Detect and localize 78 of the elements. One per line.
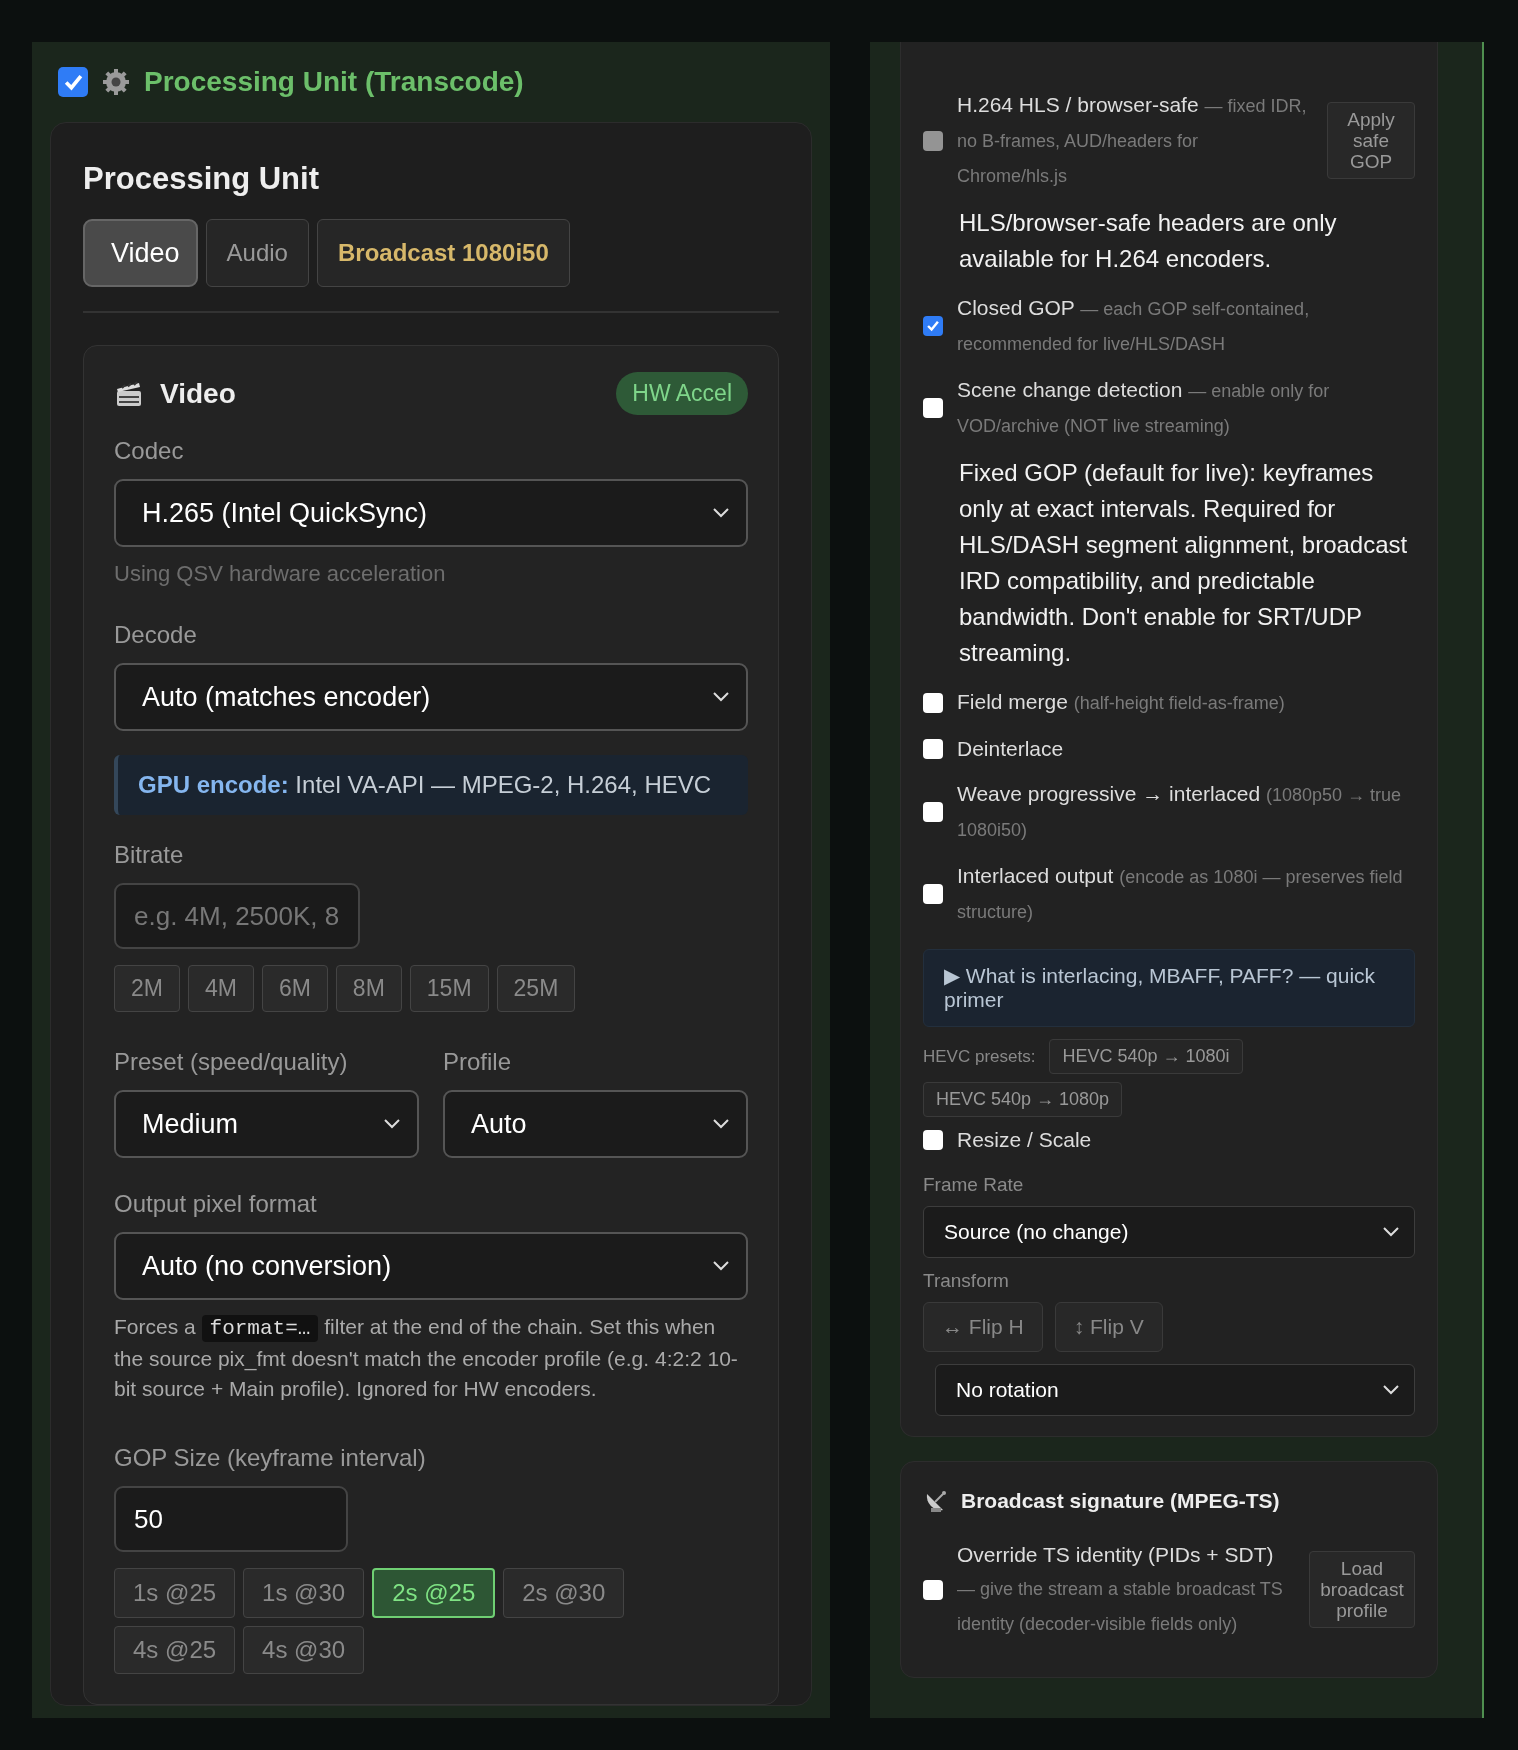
gear-icon xyxy=(102,68,130,96)
bitrate-input[interactable]: e.g. 4M, 2500K, 8 xyxy=(114,883,360,949)
rotation-select[interactable]: No rotation xyxy=(935,1364,1415,1416)
section-title: Broadcast signature (MPEG-TS) xyxy=(961,1489,1280,1513)
option-label: Override TS identity (PIDs + SDT) — give the stream a stable broadcast TS identity (decoder-visible fields only) xyxy=(957,1542,1284,1636)
checkbox[interactable] xyxy=(923,1129,943,1150)
help-text: Forces a format=… filter at the end of the chain. Set this when the source pix_fmt doesn't match the encoder profile (e.g. 4:2:2 10-bit source + Main profile). Ignored for HW encoders. xyxy=(114,1314,739,1402)
checkbox[interactable] xyxy=(923,802,943,822)
codec-select[interactable]: H.265 (Intel QuickSync) xyxy=(114,479,748,547)
hint-text: Using QSV hardware acceleration xyxy=(114,561,447,587)
panel-title: Processing Unit (Transcode) xyxy=(144,66,524,98)
checkbox[interactable] xyxy=(923,738,943,759)
preset-button[interactable]: HEVC 540p → 1080i xyxy=(1049,1039,1243,1074)
tab[interactable]: Video xyxy=(83,219,198,287)
card-heading: Processing Unit xyxy=(83,161,320,197)
bitrate-chip[interactable]: 4M xyxy=(187,965,254,1012)
field-label: Codec xyxy=(114,437,185,465)
checkbox[interactable] xyxy=(923,884,943,904)
field-label: Decode xyxy=(114,621,198,649)
gop-chip[interactable]: 4s @25 xyxy=(114,1626,236,1674)
bitrate-chip[interactable]: 25M xyxy=(496,965,576,1012)
load-profile-button[interactable]: Load broadcast profile xyxy=(1309,1551,1415,1628)
preset-button[interactable]: HEVC 540p → 1080p xyxy=(923,1082,1123,1117)
checkmark-icon xyxy=(926,319,940,333)
field-label: Preset (speed/quality) xyxy=(114,1048,349,1076)
gop-chip[interactable]: 1s @30 xyxy=(243,1568,365,1618)
option-label: Scene change detection — enable only for VOD/archive (NOT live streaming) xyxy=(957,377,1331,438)
frame-rate-select[interactable]: Source (no change) xyxy=(923,1206,1415,1258)
clapperboard-icon xyxy=(114,378,144,409)
gop-chip[interactable]: 1s @25 xyxy=(114,1568,236,1618)
chevron-down-icon xyxy=(712,1118,730,1130)
info-note: Fixed GOP (default for live): keyframes only at exact intervals. Required for HLS/DASH segment alignment, broadcast IRD compatibility, and predictable bandwidth. Don't enable for SRT/UDP streaming. xyxy=(958,458,1409,668)
option-label: Deinterlace xyxy=(957,736,1065,762)
option-label: Resize / Scale xyxy=(957,1127,1093,1153)
preset-select[interactable]: Medium xyxy=(114,1090,419,1158)
hw-accel-badge: HW Accel xyxy=(616,372,748,415)
tab[interactable]: Audio xyxy=(205,219,309,287)
decode-select[interactable]: Auto (matches encoder) xyxy=(114,663,748,731)
bitrate-chip[interactable]: 8M xyxy=(335,965,402,1012)
info-note: HLS/browser-safe headers are only available for H.264 encoders. xyxy=(958,208,1338,274)
checkbox[interactable] xyxy=(923,398,943,418)
primer-disclosure[interactable]: ▶ What is interlacing, MBAFF, PAFF? — quick primer xyxy=(923,949,1415,1027)
gop-input[interactable]: 50 xyxy=(114,1486,348,1552)
gop-chip[interactable]: 4s @30 xyxy=(243,1626,365,1674)
option-label: Closed GOP — each GOP self-contained, recommended for live/HLS/DASH xyxy=(957,295,1311,356)
flip-button[interactable]: ↕ Flip V xyxy=(1054,1302,1163,1352)
preset-tab[interactable]: Broadcast 1080i50 xyxy=(316,219,570,287)
field-label: Transform xyxy=(923,1270,1010,1292)
bitrate-chip[interactable]: 2M xyxy=(114,965,180,1012)
chevron-down-icon xyxy=(1382,1384,1400,1396)
section-title: Video xyxy=(160,377,237,410)
chevron-down-icon xyxy=(383,1118,401,1130)
checkbox[interactable] xyxy=(923,316,943,336)
chevron-down-icon xyxy=(1382,1226,1400,1238)
field-label: Output pixel format xyxy=(114,1190,318,1218)
checkbox[interactable] xyxy=(923,692,943,713)
gop-chip[interactable]: 2s @30 xyxy=(503,1568,625,1618)
profile-select[interactable]: Auto xyxy=(443,1090,748,1158)
option-label: Field merge (half-height field-as-frame) xyxy=(957,689,1286,715)
option-label: Weave progressive → interlaced (1080p50 → true 1080i50) xyxy=(957,781,1403,842)
gop-chip[interactable]: 2s @25 xyxy=(372,1568,496,1618)
pixel-format-select[interactable]: Auto (no conversion) xyxy=(114,1232,748,1300)
field-label: Profile xyxy=(443,1048,513,1076)
field-label: Frame Rate xyxy=(923,1174,1025,1196)
field-label: Bitrate xyxy=(114,841,185,869)
bitrate-chip[interactable]: 6M xyxy=(261,965,328,1012)
bitrate-chip[interactable]: 15M xyxy=(409,965,489,1012)
chevron-down-icon xyxy=(712,507,730,519)
checkbox[interactable] xyxy=(58,67,88,97)
flip-button[interactable]: ↔ Flip H xyxy=(923,1302,1043,1352)
gpu-info-note: GPU encode: Intel VA-API — MPEG-2, H.264, HEVC xyxy=(114,755,748,815)
field-label: GOP Size (keyframe interval) xyxy=(114,1444,427,1472)
presets-label: HEVC presets: xyxy=(923,1046,1036,1067)
chevron-down-icon xyxy=(712,1260,730,1272)
chevron-down-icon xyxy=(712,691,730,703)
option-label: H.264 HLS / browser-safe — fixed IDR, no B-frames, AUD/headers for Chrome/hls.js xyxy=(957,92,1308,188)
checkbox[interactable] xyxy=(923,1579,943,1600)
option-label: Interlaced output (encode as 1080i — preserves field structure) xyxy=(957,863,1404,924)
